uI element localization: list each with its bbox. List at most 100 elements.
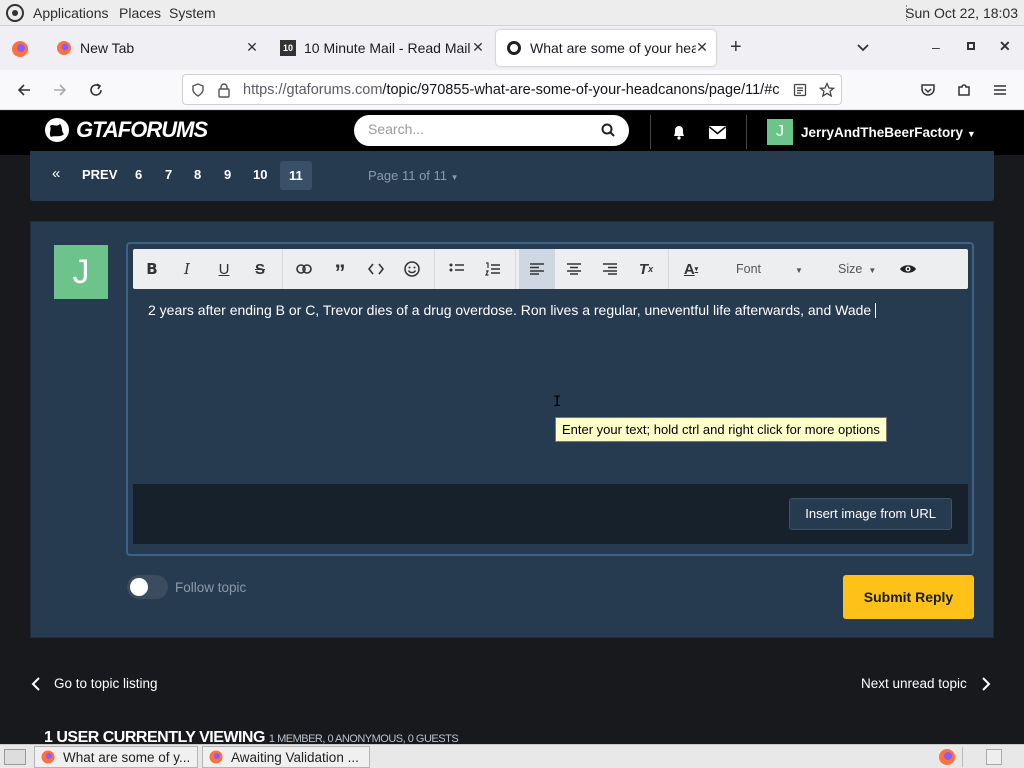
- workspace-switcher[interactable]: [986, 749, 1002, 765]
- italic-icon[interactable]: I: [175, 257, 199, 281]
- gtaforums-globe-icon: [45, 118, 69, 142]
- search-icon[interactable]: [601, 123, 615, 137]
- site-header: GTAFORUMS J JerryAndTheBeerFactory ▼: [0, 111, 1024, 155]
- tab-label: 10 Minute Mail - Read Mail: [304, 40, 471, 56]
- pocket-icon[interactable]: [916, 78, 940, 102]
- toggle-switch[interactable]: [127, 575, 168, 599]
- attachment-area: Insert image from URL: [133, 484, 968, 544]
- list-tabs-chevron-icon[interactable]: [856, 41, 870, 55]
- bulleted-list-icon[interactable]: [445, 257, 469, 281]
- next-unread-label: Next unread topic: [861, 676, 967, 691]
- editor-content[interactable]: 2 years after ending B or C, Trevor dies…: [148, 302, 877, 318]
- tab-new-tab[interactable]: New Tab ✕: [44, 26, 266, 70]
- underline-icon[interactable]: U: [212, 257, 236, 281]
- taskbar-item-awaiting-validation[interactable]: Awaiting Validation ...: [202, 746, 370, 768]
- close-window-icon[interactable]: ✕: [999, 38, 1011, 55]
- size-dropdown[interactable]: Size ▼: [838, 262, 876, 276]
- link-icon[interactable]: [292, 257, 316, 281]
- prev-page-link[interactable]: PREV: [82, 167, 117, 182]
- first-page-icon[interactable]: «: [52, 165, 60, 182]
- messages-envelope-icon[interactable]: [709, 126, 726, 139]
- next-unread-topic-link[interactable]: Next unread topic: [861, 676, 991, 691]
- size-label: Size: [838, 262, 863, 276]
- align-right-icon[interactable]: [598, 257, 622, 281]
- firefox-view-icon[interactable]: [11, 40, 29, 58]
- page-link-8[interactable]: 8: [194, 167, 201, 182]
- url-text[interactable]: https://gtaforums.com/topic/970855-what-…: [243, 82, 783, 98]
- page-of-label: Page 11 of 11: [368, 168, 448, 183]
- remove-format-icon[interactable]: Tx: [634, 257, 658, 281]
- firefox-icon: [57, 41, 71, 55]
- site-logo[interactable]: GTAFORUMS: [44, 117, 208, 143]
- close-tab-icon[interactable]: ✕: [694, 39, 710, 55]
- url-bar[interactable]: https://gtaforums.com/topic/970855-what-…: [182, 74, 842, 105]
- hamburger-menu-icon[interactable]: [988, 78, 1012, 102]
- reload-icon[interactable]: [84, 78, 108, 102]
- chevron-left-icon: [31, 676, 40, 691]
- places-menu[interactable]: Places: [119, 5, 161, 21]
- url-path: /topic/970855-what-are-some-of-your-head…: [382, 82, 780, 98]
- font-label: Font: [736, 262, 762, 276]
- close-tab-icon[interactable]: ✕: [244, 39, 260, 55]
- emoji-icon[interactable]: [400, 257, 424, 281]
- minimize-icon[interactable]: –: [932, 39, 940, 55]
- caret-down-icon: ▼: [450, 173, 459, 182]
- page-link-10[interactable]: 10: [253, 167, 267, 182]
- show-desktop-icon[interactable]: [4, 749, 26, 765]
- caret-down-icon: ▼: [795, 266, 803, 275]
- tab-10-minute-mail[interactable]: 10 10 Minute Mail - Read Mail ✕: [270, 26, 492, 70]
- reply-avatar[interactable]: J: [54, 245, 108, 299]
- extensions-icon[interactable]: [952, 78, 976, 102]
- distro-logo-icon[interactable]: [5, 3, 25, 23]
- align-center-icon[interactable]: [562, 257, 586, 281]
- firefox-icon: [209, 750, 223, 764]
- caret-down-icon: ▼: [966, 129, 976, 139]
- page-jump-dropdown[interactable]: Page 11 of 11 ▼: [368, 168, 459, 183]
- numbered-list-icon[interactable]: [481, 257, 505, 281]
- strikethrough-icon[interactable]: S: [248, 257, 272, 281]
- user-menu[interactable]: JerryAndTheBeerFactory ▼: [801, 125, 976, 140]
- font-dropdown[interactable]: Font ▼: [736, 262, 803, 276]
- close-tab-icon[interactable]: ✕: [470, 39, 486, 55]
- reply-form: J B I U S ” Tx A ▾ Font ▼ Size ▼ 2 years…: [30, 221, 994, 638]
- text-color-icon[interactable]: A ▾: [679, 257, 703, 281]
- new-tab-plus-icon[interactable]: +: [730, 36, 742, 59]
- maximize-icon[interactable]: [967, 42, 975, 50]
- toolbar-separator: [515, 249, 516, 289]
- taskbar-item-headcanons[interactable]: What are some of y...: [34, 746, 198, 768]
- forward-icon[interactable]: [48, 78, 72, 102]
- follow-topic-label: Follow topic: [175, 579, 247, 595]
- system-menu[interactable]: System: [169, 5, 216, 21]
- applications-menu[interactable]: Applications: [33, 5, 109, 21]
- follow-topic-toggle[interactable]: Follow topic: [127, 575, 246, 599]
- bold-icon[interactable]: B: [140, 257, 164, 281]
- preview-eye-icon[interactable]: [896, 257, 920, 281]
- lock-icon[interactable]: [217, 82, 231, 98]
- taskbar-item-label: Awaiting Validation ...: [231, 749, 359, 765]
- site-search: [354, 115, 629, 146]
- caret-down-icon: ▼: [868, 266, 877, 275]
- code-icon[interactable]: [364, 257, 388, 281]
- tab-headcanons[interactable]: What are some of your head ✕: [496, 30, 716, 66]
- tab-label: New Tab: [80, 40, 135, 56]
- page-link-9[interactable]: 9: [224, 167, 231, 182]
- go-to-topic-listing-link[interactable]: Go to topic listing: [31, 676, 158, 691]
- align-left-icon[interactable]: [519, 249, 555, 289]
- firefox-tray-icon[interactable]: [938, 748, 956, 766]
- reader-view-icon[interactable]: [793, 83, 807, 97]
- text-cursor: [875, 303, 877, 318]
- page-link-6[interactable]: 6: [135, 167, 142, 182]
- bookmark-star-icon[interactable]: [819, 82, 835, 98]
- back-icon[interactable]: [12, 78, 36, 102]
- page-link-current[interactable]: 11: [280, 161, 312, 190]
- clock[interactable]: Sun Oct 22, 18:03: [905, 5, 1018, 21]
- search-input[interactable]: [368, 121, 588, 137]
- shield-icon[interactable]: [191, 83, 205, 97]
- notifications-bell-icon[interactable]: [671, 124, 687, 140]
- editor-toolbar: B I U S ” Tx A ▾ Font ▼ Size ▼: [133, 249, 968, 289]
- submit-reply-button[interactable]: Submit Reply: [843, 575, 974, 619]
- user-avatar[interactable]: J: [767, 119, 793, 145]
- insert-image-url-button[interactable]: Insert image from URL: [789, 498, 952, 530]
- quote-icon[interactable]: ”: [328, 257, 352, 285]
- page-link-7[interactable]: 7: [165, 167, 172, 182]
